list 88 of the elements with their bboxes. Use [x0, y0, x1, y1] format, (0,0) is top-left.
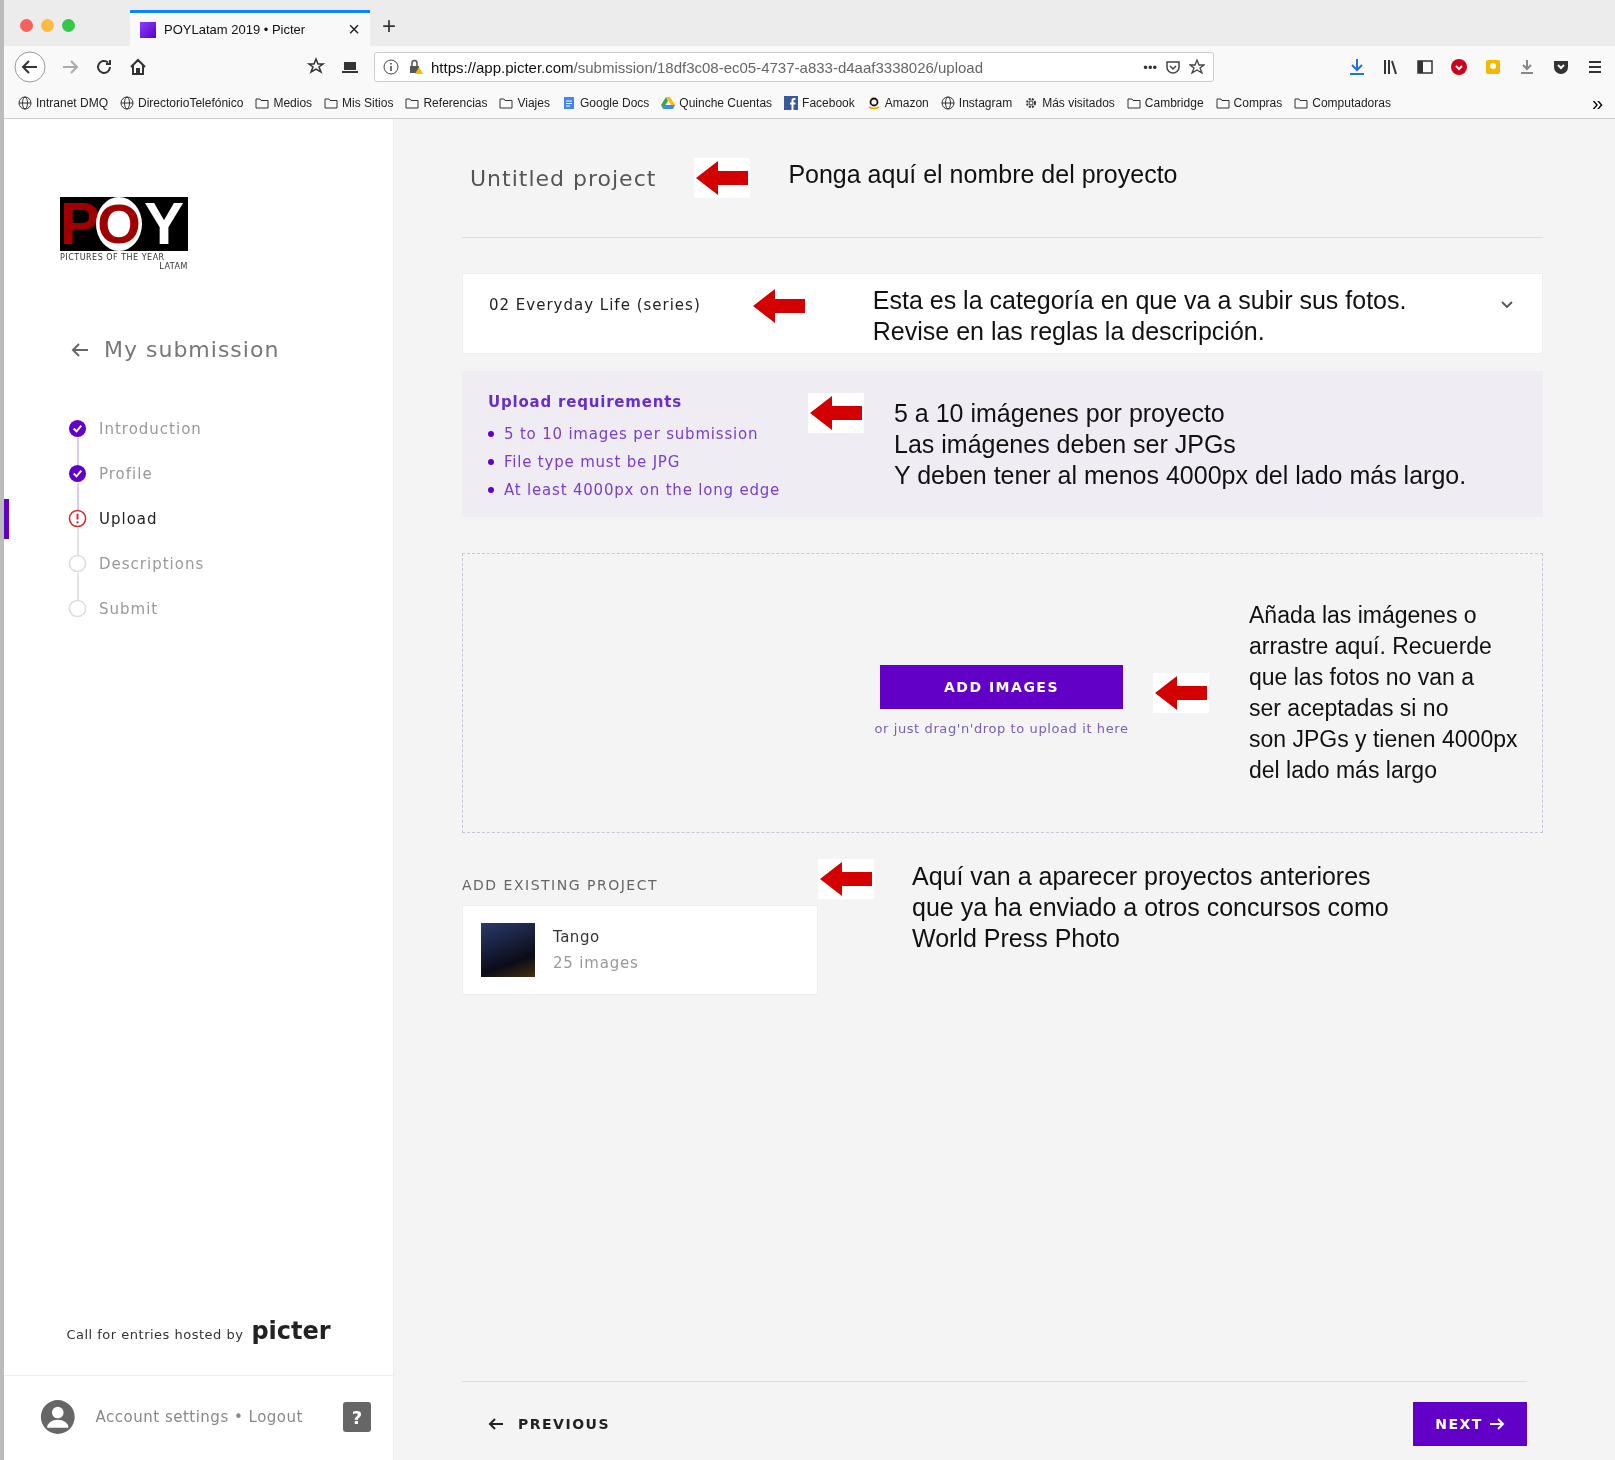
bookmark-item[interactable]: Instagram [940, 96, 1013, 110]
more-bookmarks-button[interactable]: » [1591, 91, 1603, 115]
add-images-button[interactable]: ADD IMAGES [880, 664, 1123, 709]
bookmark-item[interactable]: Más visitados [1024, 96, 1115, 110]
address-bar[interactable]: https://app.picter.com/submission/18df3c08-ec05-4737-a833-d4aaf3338026/upload ••• [374, 52, 1214, 82]
requirement-text: At least 4000px on the long edge [504, 481, 781, 499]
bookmark-star-icon[interactable] [1189, 59, 1205, 75]
reload-icon[interactable] [94, 57, 114, 77]
globe-icon [120, 96, 135, 110]
account-settings-link[interactable]: Account settings • Logout [95, 1408, 303, 1426]
amazon-logo-icon [866, 96, 881, 110]
poy-logo: POY PICTURES OF THE YEAR LATAM [60, 197, 189, 271]
image-count: 25 images [553, 954, 639, 972]
picter-logo[interactable]: picter [251, 1317, 331, 1345]
folder-icon [499, 96, 514, 110]
project-name: Tango [553, 928, 601, 946]
step-item[interactable]: Upload [68, 503, 158, 534]
project-card[interactable]: Tango 25 images [462, 905, 818, 995]
category-dropdown[interactable]: 02 Everyday Life (series) Esta es la categoría en que va a subir sus fotos. Revise en las reglas la descripción. [462, 273, 1543, 354]
url-text: https://app.picter.com/submission/18df3c08-ec05-4737-a833-d4aaf3338026/upload [431, 58, 985, 76]
requirement-text: File type must be JPG [504, 453, 681, 471]
annotation-arrow-icon [694, 158, 751, 198]
globe-icon [940, 96, 955, 110]
gear-icon [1024, 96, 1039, 110]
folder-icon [405, 96, 420, 110]
folder-icon [1215, 96, 1230, 110]
bookmark-item[interactable]: Amazon [866, 96, 929, 110]
sidebar-icon[interactable] [1415, 57, 1435, 77]
folder-icon [255, 96, 270, 110]
bookmark-item[interactable]: Quinche Cuentas [661, 96, 773, 110]
bookmark-item[interactable]: Google Docs [561, 96, 650, 110]
home-icon[interactable] [128, 57, 148, 77]
page-actions-button[interactable]: ••• [1143, 59, 1157, 75]
previous-button[interactable]: PREVIOUS [482, 1415, 616, 1433]
download-icon[interactable] [1347, 57, 1367, 77]
bookmark-item[interactable]: Facebook [784, 96, 855, 110]
back-icon[interactable] [14, 51, 46, 83]
bookmark-item[interactable]: Intranet DMQ [18, 96, 109, 110]
annotation-text: Ponga aquí el nombre del proyecto [788, 158, 1178, 190]
bookmark-item[interactable]: Viajes [499, 96, 550, 110]
close-window-icon[interactable] [20, 19, 33, 32]
annotation-text: 5 a 10 imágenes por proyecto Las imágenes deben ser JPGs Y deben tener al menos 4000px del lado más largo. [894, 398, 1467, 491]
bookmark-item[interactable]: Compras [1215, 96, 1283, 110]
browser-tab[interactable]: POYLatam 2019 • Picter × [130, 10, 370, 46]
bullet-icon [488, 459, 494, 465]
folder-icon [1126, 96, 1141, 110]
tab-title: POYLatam 2019 • Picter [164, 22, 307, 37]
arrow-right-icon [1488, 1416, 1505, 1432]
folder-icon [1294, 96, 1309, 110]
annotation-arrow-icon [808, 393, 864, 433]
document-icon [561, 96, 576, 110]
folder-icon [324, 96, 339, 110]
requirements-title: Upload requirements [488, 393, 683, 411]
drive-triangle-icon [661, 96, 676, 110]
hosted-by-text: Call for entries hosted by [66, 1327, 244, 1342]
pocket-icon[interactable] [1165, 59, 1181, 75]
annotation-text: Aquí van a aparecer proyectos anteriores que ya ha enviado a otros concursos como World Press Photo [912, 861, 1389, 954]
globe-icon [18, 96, 32, 110]
site-favicon-icon [140, 21, 156, 38]
bookmark-item[interactable]: DirectorioTelefónico [120, 96, 244, 110]
warning-lock-icon [407, 59, 423, 75]
bookmark-item[interactable]: Cambridge [1126, 96, 1204, 110]
arrow-left-icon [488, 1416, 504, 1432]
annotation-arrow-icon [818, 859, 874, 899]
help-button[interactable]: ? [342, 1402, 371, 1432]
annotation-text: Esta es la categoría en que va a subir sus fotos. Revise en las reglas la descripción. [872, 285, 1407, 347]
drop-zone[interactable]: ADD IMAGES or just drag'n'drop to upload it here Añada las imágenes o arrastre aquí. Recuerde que las fotos no van a ser aceptadas si no son JPGs y tienen 4000px del lado más largo [462, 553, 1543, 833]
submission-heading[interactable]: My submission [104, 337, 280, 362]
bookmark-item[interactable]: Medios [255, 96, 313, 110]
avatar-icon[interactable] [40, 1398, 76, 1436]
bullet-icon [488, 431, 494, 437]
section-heading: ADD EXISTING PROJECT [462, 877, 659, 893]
new-tab-button[interactable]: + [370, 12, 408, 46]
next-button[interactable]: NEXT [1413, 1402, 1527, 1446]
bookmark-item[interactable]: Mis Sitios [324, 96, 394, 110]
facebook-logo-icon [784, 96, 799, 110]
bookmark-item[interactable]: Referencias [405, 96, 488, 110]
annotation-arrow-icon [1153, 673, 1209, 713]
chevron-down-icon [1500, 300, 1514, 310]
requirement-text: 5 to 10 images per submission [504, 425, 759, 443]
bullet-icon [488, 487, 494, 493]
drop-hint-text: or just drag'n'drop to upload it here [874, 720, 1129, 736]
close-tab-button[interactable]: × [348, 18, 360, 41]
project-title-field[interactable]: Untitled project [470, 165, 657, 191]
photo-placeholder [481, 923, 535, 977]
annotation-text: Añada las imágenes o arrastre aquí. Recuerde que las fotos no van a ser aceptadas si no son JPGs y tienen 4000px del lado más largo [1249, 601, 1518, 785]
bookmark-item[interactable]: Computadoras [1294, 96, 1391, 110]
info-icon[interactable] [383, 59, 399, 75]
